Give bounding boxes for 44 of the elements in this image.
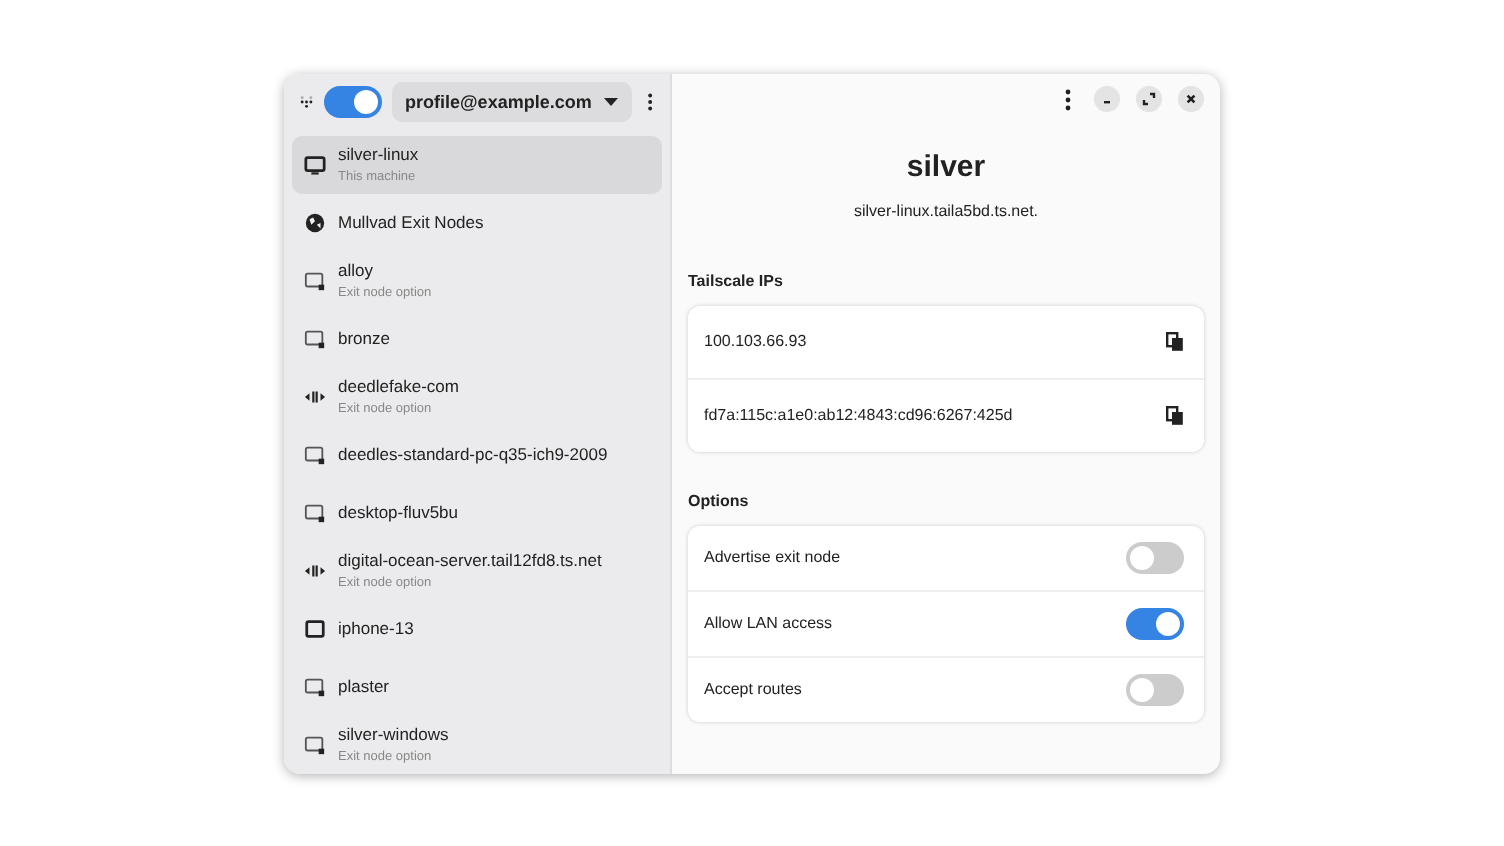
option-label: Allow LAN access (704, 614, 833, 632)
vpn-toggle[interactable] (323, 85, 382, 117)
computer-icon (304, 733, 326, 755)
computer-icon (304, 675, 326, 697)
device-title: silver (904, 149, 988, 183)
device-item[interactable]: iphone-13 (292, 599, 662, 657)
copy-icon[interactable] (1166, 405, 1184, 425)
caret-icon (603, 97, 618, 105)
option-toggle[interactable] (1126, 673, 1184, 705)
device-item[interactable]: bronze (292, 309, 662, 367)
globe-icon (304, 211, 326, 233)
option-toggle[interactable] (1126, 541, 1184, 573)
computer-icon (304, 443, 326, 465)
device-name: deedles-standard-pc-q35-ich9-2009 (338, 444, 608, 464)
device-name: deedlefake-com (338, 376, 459, 396)
option-toggle[interactable] (1126, 607, 1184, 639)
computer-icon (304, 269, 326, 291)
device-item[interactable]: desktop-fluv5bu (292, 483, 662, 541)
device-name: iphone-13 (338, 618, 414, 638)
section-heading: Options (688, 491, 751, 509)
hostname: silver-linux.taila5bd.ts.net. (851, 201, 1041, 219)
monitor-icon (304, 153, 326, 175)
screen-icon (304, 617, 326, 639)
copy-icon[interactable] (1166, 331, 1184, 351)
computer-icon (304, 327, 326, 349)
device-name: bronze (338, 328, 390, 348)
device-name: alloy (338, 260, 375, 280)
section-heading: Tailscale IPs (688, 271, 785, 289)
profile-dropdown[interactable]: profile@example.com (391, 81, 632, 121)
ip-address: 100.103.66.93 (704, 332, 807, 350)
device-name: desktop-fluv5bu (338, 502, 459, 522)
device-item[interactable]: deedles-standard-pc-q35-ich9-2009 (292, 425, 662, 483)
device-name: silver-linux (338, 144, 419, 164)
computer-icon (304, 501, 326, 523)
option-label: Advertise exit node (704, 548, 841, 566)
device-item[interactable]: Mullvad Exit Nodes (292, 193, 662, 251)
device-name: digital-ocean-server.tail12fd8.ts.net (338, 550, 602, 570)
option-label: Accept routes (704, 680, 802, 698)
device-name: silver-windows (338, 724, 449, 744)
device-name: Mullvad Exit Nodes (338, 212, 484, 232)
logo-icon (300, 93, 314, 109)
device-item[interactable]: plaster (292, 657, 662, 715)
device-name: plaster (338, 676, 390, 696)
ip-address: fd7a:115c:a1e0:ab12:4843:cd96:6267:425d (704, 406, 1013, 424)
